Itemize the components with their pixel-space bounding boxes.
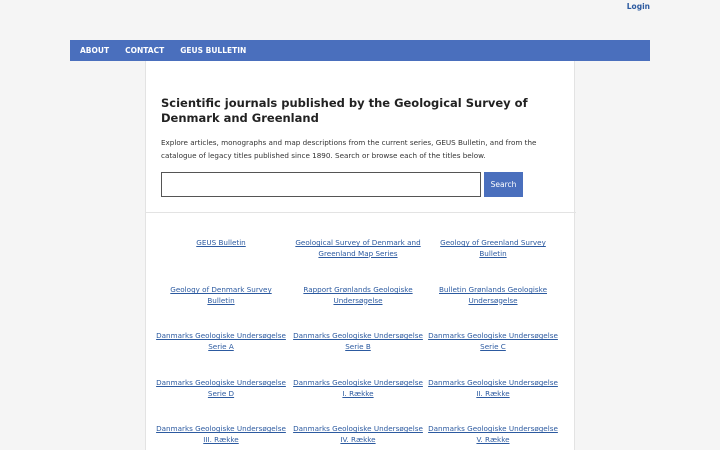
nav-item-geus-bulletin[interactable]: GEUS BULLETIN [180, 46, 246, 55]
journal-link[interactable]: Danmarks Geologiske Undersøgelse II. Ræk… [428, 378, 558, 399]
page-title: Scientific journals published by the Geo… [161, 96, 528, 125]
journal-link[interactable]: Danmarks Geologiske Undersøgelse III. Ræ… [156, 424, 286, 445]
divider [146, 212, 576, 213]
top-bar: Login [0, 0, 720, 40]
login-link[interactable]: Login [627, 2, 650, 11]
journal-link[interactable]: Geology of Denmark Survey Bulletin [156, 285, 286, 306]
journal-link[interactable]: Danmarks Geologiske Undersøgelse I. Rækk… [293, 378, 423, 399]
journal-link[interactable]: Danmarks Geologiske Undersøgelse IV. Ræk… [293, 424, 423, 445]
journal-link[interactable]: Danmarks Geologiske Undersøgelse Serie C [428, 331, 558, 352]
journal-link[interactable]: Danmarks Geologiske Undersøgelse Serie A [156, 331, 286, 352]
journal-link[interactable]: Danmarks Geologiske Undersøgelse Serie B [293, 331, 423, 352]
main-content: Scientific journals published by the Geo… [145, 61, 576, 450]
journal-link[interactable]: Danmarks Geologiske Undersøgelse V. Rækk… [428, 424, 558, 445]
journal-link[interactable]: Bulletin Grønlands Geologiske Undersøgel… [428, 285, 558, 306]
journal-link[interactable]: Danmarks Geologiske Undersøgelse Serie D [156, 378, 286, 399]
search-button[interactable]: Search [484, 172, 523, 197]
journal-link[interactable]: Geology of Greenland Survey Bulletin [428, 238, 558, 259]
journal-link[interactable]: GEUS Bulletin [156, 238, 286, 249]
search-input[interactable] [161, 172, 481, 197]
journal-link[interactable]: Geological Survey of Denmark and Greenla… [293, 238, 423, 259]
nav-item-contact[interactable]: CONTACT [125, 46, 164, 55]
main-nav: ABOUT CONTACT GEUS BULLETIN [70, 40, 650, 61]
nav-item-about[interactable]: ABOUT [80, 46, 109, 55]
page-description: Explore articles, monographs and map des… [161, 138, 537, 160]
journal-link[interactable]: Rapport Grønlands Geologiske Undersøgels… [293, 285, 423, 306]
